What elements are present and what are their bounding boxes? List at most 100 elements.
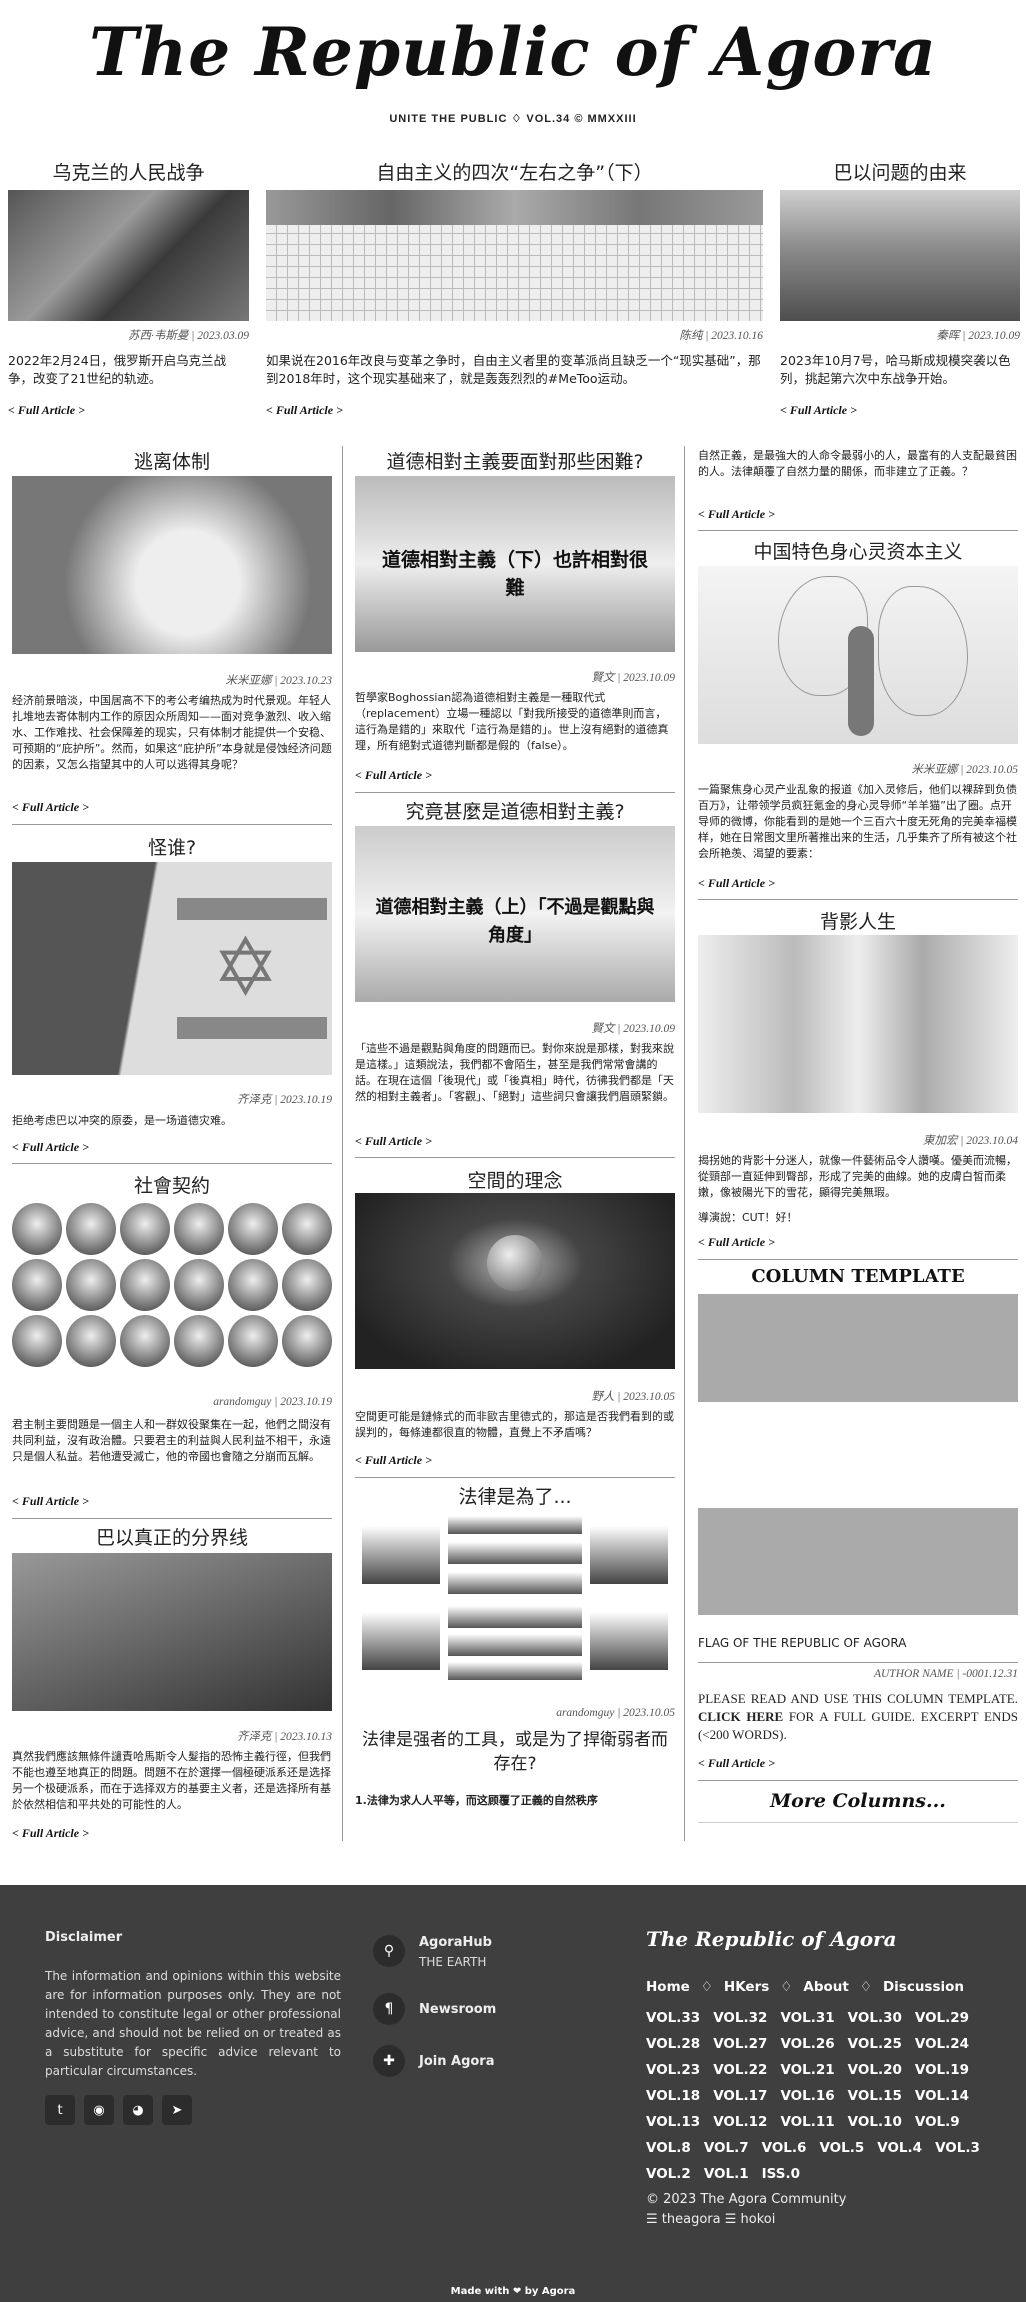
volume-link[interactable]: VOL.19	[915, 2062, 969, 2078]
full-article-link[interactable]: < Full Article >	[266, 403, 343, 418]
volume-link[interactable]: VOL.17	[713, 2088, 767, 2104]
volume-link[interactable]: VOL.2	[646, 2166, 691, 2182]
article-byline: 東加宏 | 2023.10.04	[922, 1135, 1018, 1147]
volume-link[interactable]: VOL.29	[915, 2010, 969, 2026]
reddit-icon[interactable]: ◕	[123, 2095, 153, 2125]
article-image[interactable]	[362, 1516, 668, 1680]
flag-image[interactable]	[698, 1508, 1018, 1615]
column-template-title[interactable]: COLUMN TEMPLATE	[698, 1266, 1018, 1287]
footer-link-agorahub[interactable]: ⚲ AgoraHub THE EARTH	[373, 1935, 492, 1969]
footer-nav-discussion[interactable]: Discussion	[883, 1979, 964, 1995]
volume-link[interactable]: ISS.0	[762, 2166, 800, 2182]
volume-link[interactable]: VOL.23	[646, 2062, 700, 2078]
volume-link[interactable]: VOL.27	[713, 2036, 767, 2052]
article-title[interactable]: 社會契約	[12, 1171, 332, 1198]
full-article-link[interactable]: < Full Article >	[355, 768, 432, 783]
article-image[interactable]	[12, 1553, 332, 1711]
full-article-link[interactable]: < Full Article >	[698, 1235, 775, 1250]
volume-link[interactable]: VOL.12	[713, 2114, 767, 2130]
article-byline: 賢文 | 2023.10.09	[591, 1023, 675, 1035]
volume-link[interactable]: VOL.6	[762, 2140, 807, 2156]
volume-link[interactable]: VOL.3	[935, 2140, 980, 2156]
article-excerpt: 一篇聚焦身心灵产业乱象的报道《加入灵修后，他们以裸辞到负债百万》，让带领学员疯狂…	[698, 783, 1017, 860]
volume-link[interactable]: VOL.28	[646, 2036, 700, 2052]
telegram-icon[interactable]: ➤	[162, 2095, 192, 2125]
more-columns-link[interactable]: More Columns...	[698, 1790, 1018, 1812]
volume-link[interactable]: VOL.26	[780, 2036, 834, 2052]
full-article-link[interactable]: < Full Article >	[780, 403, 857, 418]
volume-link[interactable]: VOL.30	[848, 2010, 902, 2026]
footer-link-sub: THE EARTH	[419, 1955, 487, 1969]
volume-link[interactable]: VOL.18	[646, 2088, 700, 2104]
footer-nav-about[interactable]: About	[803, 1979, 848, 1995]
full-article-link[interactable]: < Full Article >	[8, 403, 85, 418]
full-article-link[interactable]: < Full Article >	[698, 1756, 775, 1771]
article-image[interactable]: 道德相對主義（下）也許相對很難	[355, 476, 675, 652]
site-title[interactable]: The Republic of Agora	[0, 12, 1026, 92]
article-title[interactable]: 法律是為了...	[355, 1482, 675, 1509]
volume-link[interactable]: VOL.32	[713, 2010, 767, 2026]
article-title[interactable]: 道德相對主義要面對那些困難?	[355, 447, 675, 474]
full-article-link[interactable]: < Full Article >	[698, 507, 775, 522]
full-article-link[interactable]: < Full Article >	[12, 1140, 89, 1155]
volume-link[interactable]: VOL.16	[780, 2088, 834, 2104]
volume-link[interactable]: VOL.1	[704, 2166, 749, 2182]
article-title[interactable]: 空間的理念	[355, 1166, 675, 1193]
volume-link[interactable]: VOL.24	[915, 2036, 969, 2052]
article-image[interactable]	[266, 190, 763, 321]
article-image[interactable]: ✡	[12, 862, 332, 1075]
full-article-link[interactable]: < Full Article >	[12, 800, 89, 815]
volume-link[interactable]: VOL.10	[848, 2114, 902, 2130]
article-image[interactable]	[698, 935, 1018, 1113]
flag-image[interactable]	[698, 1294, 1018, 1402]
article-title[interactable]: 背影人生	[698, 907, 1018, 934]
volume-link[interactable]: VOL.14	[915, 2088, 969, 2104]
footer-nav-home[interactable]: Home	[646, 1979, 690, 1995]
footer-link-newsroom[interactable]: ¶ Newsroom	[373, 1993, 496, 2025]
article-title[interactable]: 怪谁?	[12, 833, 332, 860]
article-image[interactable]	[8, 190, 249, 321]
article-image[interactable]	[12, 1203, 332, 1367]
volume-link[interactable]: VOL.20	[848, 2062, 902, 2078]
article-title[interactable]: 乌克兰的人民战争	[8, 158, 249, 185]
full-article-link[interactable]: < Full Article >	[698, 876, 775, 891]
volume-link[interactable]: VOL.4	[877, 2140, 922, 2156]
article-title[interactable]: 中国特色身心灵资本主义	[698, 537, 1018, 564]
article-image[interactable]	[780, 190, 1020, 321]
article-title[interactable]: 巴以问题的由来	[780, 158, 1020, 185]
volume-link[interactable]: VOL.25	[848, 2036, 902, 2052]
full-article-link[interactable]: < Full Article >	[355, 1134, 432, 1149]
volume-link[interactable]: VOL.7	[704, 2140, 749, 2156]
guide-link[interactable]: CLICK HERE	[698, 1709, 783, 1724]
caption-divider	[698, 1662, 1018, 1663]
article-image[interactable]	[698, 566, 1018, 744]
full-article-link[interactable]: < Full Article >	[12, 1826, 89, 1841]
footer-link-join[interactable]: ✚ Join Agora	[373, 2045, 495, 2077]
article-image[interactable]: 道德相對主義（上）「不過是觀點與角度」	[355, 826, 675, 1002]
volume-link[interactable]: VOL.11	[780, 2114, 834, 2130]
article-image[interactable]	[12, 476, 332, 654]
footer-brand[interactable]: The Republic of Agora	[646, 1927, 897, 1951]
github-icon[interactable]: ◉	[84, 2095, 114, 2125]
footer-nav-hkers[interactable]: HKers	[724, 1979, 769, 1995]
volume-link[interactable]: VOL.22	[713, 2062, 767, 2078]
volume-link[interactable]: VOL.5	[819, 2140, 864, 2156]
article-image[interactable]	[355, 1193, 675, 1369]
article-excerpt-note: 導演說：CUT！好！	[698, 1211, 798, 1224]
article-title[interactable]: 自由主义的四次“左右之争”（下）	[266, 158, 763, 185]
full-article-link[interactable]: < Full Article >	[355, 1453, 432, 1468]
volume-link[interactable]: VOL.8	[646, 2140, 691, 2156]
volume-link[interactable]: VOL.21	[780, 2062, 834, 2078]
volume-link[interactable]: VOL.31	[780, 2010, 834, 2026]
article-excerpt: 经济前景暗淡，中国居高不下的考公考编热成为时代景观。年轻人扎堆地去寄体制内工作的…	[12, 694, 332, 771]
volume-link[interactable]: VOL.15	[848, 2088, 902, 2104]
twitter-icon[interactable]: t	[45, 2095, 75, 2125]
article-divider	[12, 1163, 332, 1164]
volume-link[interactable]: VOL.33	[646, 2010, 700, 2026]
article-title[interactable]: 巴以真正的分界线	[12, 1523, 332, 1550]
volume-link[interactable]: VOL.9	[915, 2114, 960, 2130]
article-title[interactable]: 究竟甚麼是道德相對主義?	[355, 797, 675, 824]
full-article-link[interactable]: < Full Article >	[12, 1494, 89, 1509]
article-title[interactable]: 逃离体制	[12, 447, 332, 474]
volume-link[interactable]: VOL.13	[646, 2114, 700, 2130]
